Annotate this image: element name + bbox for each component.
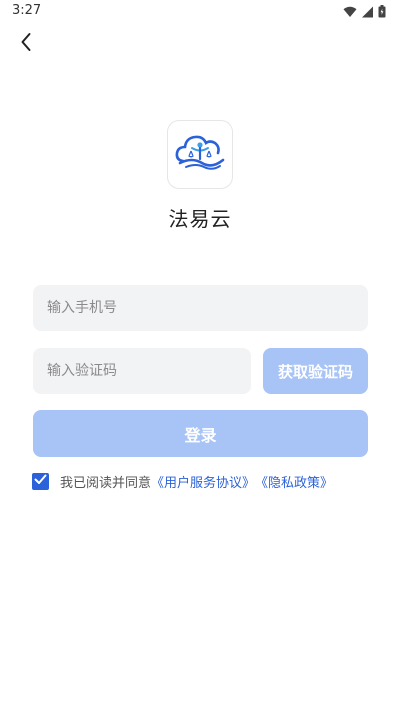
privacy-policy-link[interactable]: 《隐私政策》 <box>255 472 333 491</box>
status-bar: 3:27 <box>0 0 400 24</box>
login-button[interactable]: 登录 <box>33 410 368 457</box>
checkmark-icon <box>34 474 47 489</box>
app-name: 法易云 <box>168 207 232 231</box>
verification-code-input[interactable] <box>33 348 251 394</box>
chevron-left-icon <box>20 32 32 56</box>
wifi-icon <box>343 3 357 22</box>
code-field-container <box>33 348 251 394</box>
app-logo <box>167 120 233 189</box>
signal-icon <box>362 3 373 22</box>
agreement-row: 我已阅读并同意 《用户服务协议》 《隐私政策》 <box>32 472 333 491</box>
agreement-text: 我已阅读并同意 <box>60 475 152 491</box>
cloud-scales-logo-icon <box>174 133 226 177</box>
battery-icon <box>378 3 386 22</box>
status-icons <box>343 3 386 22</box>
get-code-button[interactable]: 获取验证码 <box>263 348 368 394</box>
back-button[interactable] <box>14 32 38 56</box>
status-time: 3:27 <box>12 3 42 18</box>
phone-input[interactable] <box>33 285 368 331</box>
user-agreement-link[interactable]: 《用户服务协议》 <box>151 472 255 491</box>
phone-field-container <box>33 285 368 331</box>
agreement-checkbox[interactable] <box>32 472 49 490</box>
